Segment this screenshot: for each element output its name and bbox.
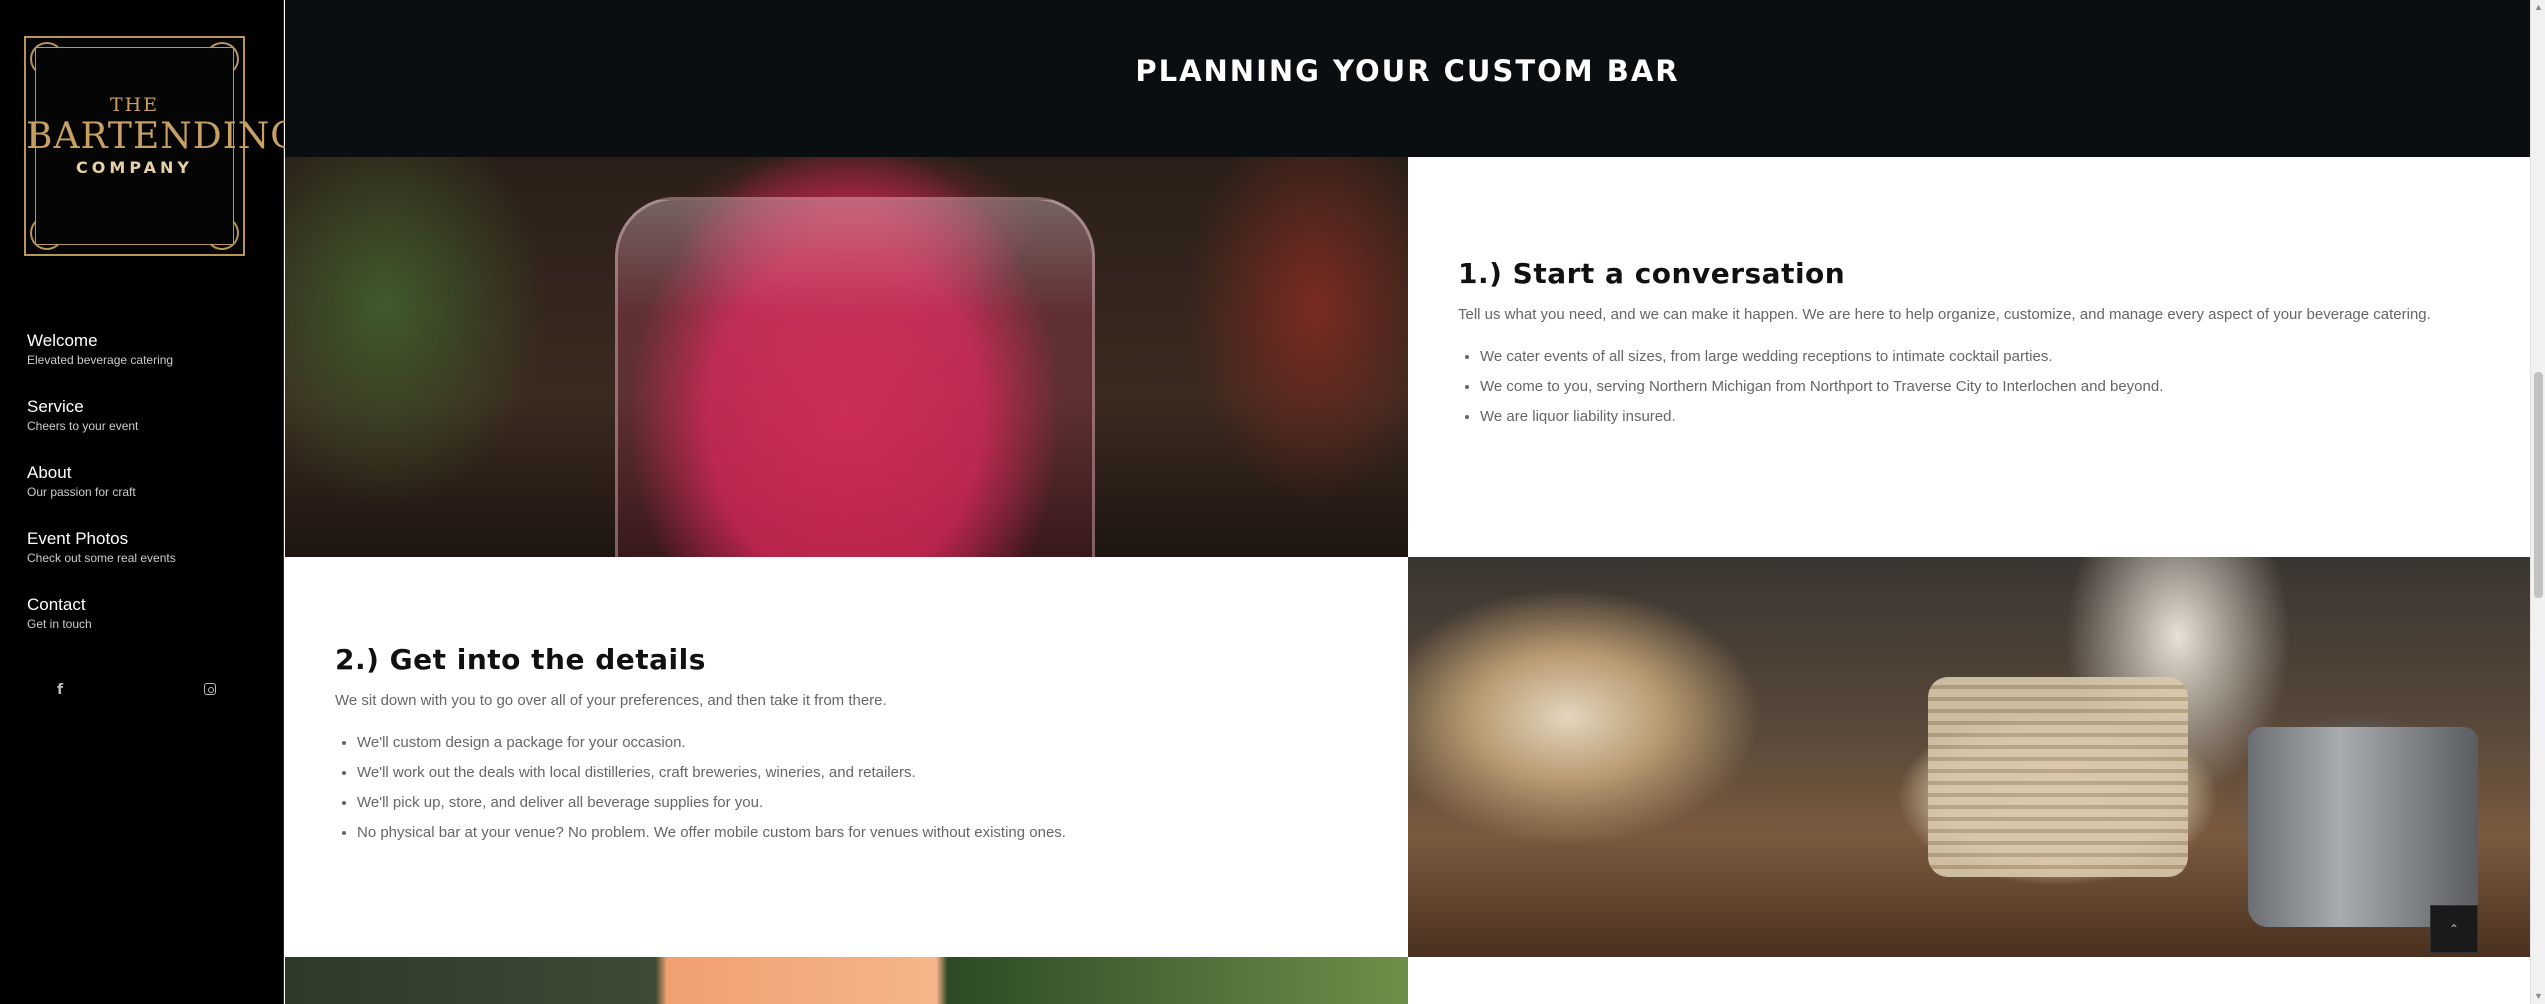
logo-line-2: BARTENDING <box>26 116 301 157</box>
nav-item-event-photos[interactable]: Event Photos Check out some real events <box>27 528 267 594</box>
nav-item-sublabel: Cheers to your event <box>27 419 139 433</box>
cocktail-photo <box>285 157 1408 557</box>
nav-item-label: Service <box>27 397 84 416</box>
plate-stack-shape <box>1928 677 2188 877</box>
main-nav: Welcome Elevated beverage catering Servi… <box>27 330 267 660</box>
back-to-top-button[interactable]: ⌃ <box>2430 905 2478 953</box>
nav-item-welcome[interactable]: Welcome Elevated beverage catering <box>27 330 267 396</box>
sidebar: THE BARTENDING COMPANY Welcome Elevated … <box>0 0 301 1004</box>
list-item: No physical bar at your venue? No proble… <box>357 818 1395 848</box>
nav-item-label: Welcome <box>27 331 98 350</box>
list-item: We come to you, serving Northern Michiga… <box>1480 372 2518 402</box>
step-2-panel: 2.) Get into the details We sit down wit… <box>285 557 1408 957</box>
social-links: f <box>0 682 284 702</box>
drinks-photo <box>285 957 1408 1004</box>
list-item: We'll custom design a package for your o… <box>357 728 1395 758</box>
nav-item-label: About <box>27 463 72 482</box>
logo-text: THE BARTENDING COMPANY <box>26 94 301 177</box>
logo-ornament <box>30 42 64 76</box>
logo-line-1: THE <box>109 94 160 116</box>
facebook-icon[interactable]: f <box>50 682 70 698</box>
nav-item-sublabel: Check out some real events <box>27 551 176 565</box>
step-1-intro: Tell us what you need, and we can make i… <box>1458 306 2431 323</box>
page-scrollbar[interactable]: ▲ ▼ <box>2530 0 2545 1004</box>
list-item: We are liquor liability insured. <box>1480 402 2518 432</box>
logo-ornament <box>30 216 64 250</box>
instagram-icon[interactable] <box>200 682 220 698</box>
step-2-content: 2.) Get into the details We sit down wit… <box>335 643 1395 848</box>
step-2-heading: 2.) Get into the details <box>335 643 706 676</box>
logo-line-3: COMPANY <box>76 158 193 177</box>
nav-item-about[interactable]: About Our passion for craft <box>27 462 267 528</box>
glass-shape <box>615 197 1095 557</box>
nav-item-sublabel: Get in touch <box>27 617 92 631</box>
step-1-heading: 1.) Start a conversation <box>1458 257 1846 290</box>
nav-item-service[interactable]: Service Cheers to your event <box>27 396 267 462</box>
site-logo[interactable]: THE BARTENDING COMPANY <box>24 36 301 256</box>
nav-item-label: Event Photos <box>27 529 129 548</box>
scroll-up-arrow-icon[interactable]: ▲ <box>2531 0 2545 15</box>
scroll-thumb[interactable] <box>2534 372 2543 598</box>
scroll-down-arrow-icon[interactable]: ▼ <box>2531 989 2545 1004</box>
step-1-panel: 1.) Start a conversation Tell us what yo… <box>1408 157 2530 557</box>
list-item: We'll work out the deals with local dist… <box>357 758 1395 788</box>
section-header: PLANNING YOUR CUSTOM BAR <box>285 0 2530 157</box>
step-2-list: We'll custom design a package for your o… <box>335 728 1395 848</box>
list-item: We cater events of all sizes, from large… <box>1480 342 2518 372</box>
step-3-panel <box>1408 957 2530 1004</box>
step-1-content: 1.) Start a conversation Tell us what yo… <box>1458 257 2518 432</box>
nav-item-label: Contact <box>27 595 86 614</box>
step-2-intro: We sit down with you to go over all of y… <box>335 692 887 709</box>
bucket-shape <box>2248 727 2478 927</box>
catering-table-photo <box>1408 557 2530 957</box>
nav-item-sublabel: Our passion for craft <box>27 485 136 499</box>
logo-ornament <box>205 216 239 250</box>
page-title: PLANNING YOUR CUSTOM BAR <box>1135 54 1680 88</box>
list-item: We'll pick up, store, and deliver all be… <box>357 788 1395 818</box>
logo-ornament <box>205 42 239 76</box>
nav-item-sublabel: Elevated beverage catering <box>27 353 174 367</box>
step-1-list: We cater events of all sizes, from large… <box>1458 342 2518 432</box>
nav-item-contact[interactable]: Contact Get in touch <box>27 594 267 660</box>
